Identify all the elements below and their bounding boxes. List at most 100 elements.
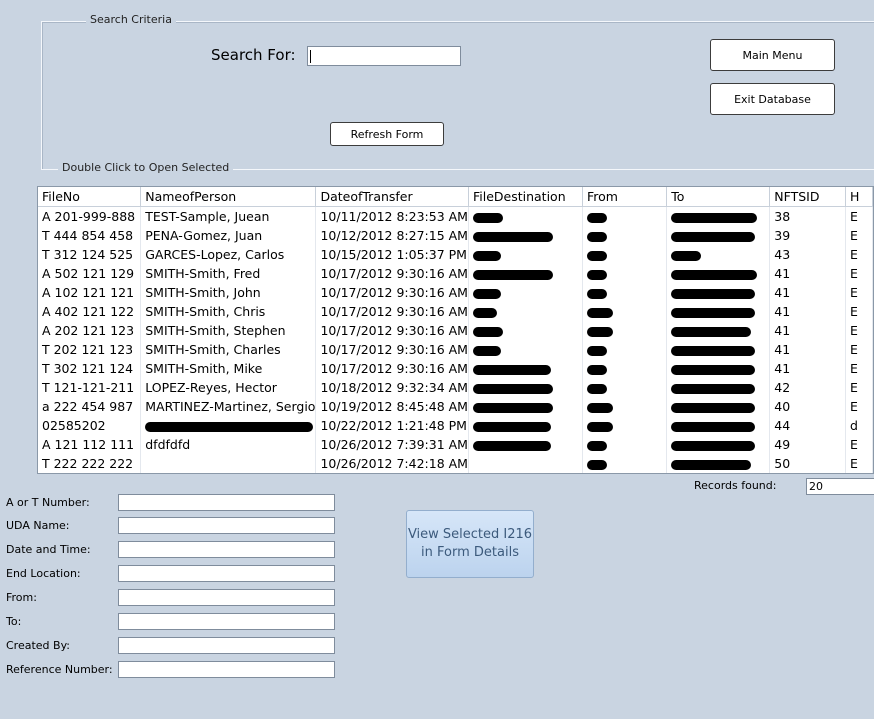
grid-header-row: FileNo NameofPerson DateofTransfer FileD… — [38, 187, 873, 207]
cell-dateoftransfer: 10/17/2012 9:30:16 AM — [315, 283, 469, 302]
cell-to — [666, 245, 771, 264]
search-input[interactable] — [307, 46, 461, 66]
redaction-mark — [586, 307, 613, 318]
cell-filedestination — [468, 283, 583, 302]
cell-fileno: T 222 222 222 — [38, 454, 142, 473]
cell-fileno: A 202 121 123 — [38, 321, 142, 340]
column-header-dateoftransfer[interactable]: DateofTransfer — [315, 187, 469, 207]
cell-filedestination — [468, 416, 583, 435]
view-selected-i216-button[interactable]: View Selected I216 in Form Details — [406, 510, 534, 578]
cell-from — [582, 283, 668, 302]
column-header-from[interactable]: From — [582, 187, 668, 207]
column-header-nameofperson[interactable]: NameofPerson — [140, 187, 317, 207]
column-header-h[interactable]: H — [845, 187, 873, 207]
cell-nftsid: 38 — [769, 206, 846, 226]
column-header-to[interactable]: To — [666, 187, 771, 207]
reference-number-field[interactable] — [118, 661, 335, 678]
table-row[interactable]: T 302 121 124 SMITH-Smith, Mike 10/17/2012… — [38, 359, 873, 378]
table-row[interactable]: A 402 121 122 SMITH-Smith, Chris 10/17/201… — [38, 302, 873, 321]
exit-database-button[interactable]: Exit Database — [710, 83, 835, 115]
table-row[interactable]: 02585202 10/22/2012 1:21:48 PM 44 d — [38, 416, 873, 435]
cell-nftsid: 41 — [769, 264, 846, 283]
cell-to — [666, 283, 771, 302]
a-or-t-number-field[interactable] — [118, 494, 335, 511]
cell-dateoftransfer: 10/17/2012 9:30:16 AM — [315, 302, 469, 321]
redaction-mark — [671, 250, 702, 261]
cell-h: d — [845, 416, 873, 435]
cell-fileno: a 222 454 987 — [38, 397, 142, 416]
cell-to — [666, 359, 771, 378]
cell-h: E — [845, 378, 873, 397]
cell-filedestination — [468, 264, 583, 283]
redaction-mark — [586, 231, 607, 242]
date-and-time-field[interactable] — [118, 541, 335, 558]
cell-fileno: T 444 854 458 — [38, 226, 142, 245]
from-field[interactable] — [118, 589, 335, 606]
records-found-label: Records found: — [694, 479, 777, 492]
records-grid[interactable]: FileNo NameofPerson DateofTransfer FileD… — [37, 186, 874, 474]
cell-h: E — [845, 321, 873, 340]
column-header-filedestination[interactable]: FileDestination — [468, 187, 583, 207]
table-row[interactable]: A 121 112 111 dfdfdfd 10/26/2012 7:39:31 A… — [38, 435, 873, 454]
cell-nameofperson: PENA-Gomez, Juan — [140, 226, 317, 245]
cell-nftsid: 41 — [769, 359, 846, 378]
cell-fileno: A 121 112 111 — [38, 435, 142, 454]
redaction-mark — [586, 364, 607, 375]
refresh-form-button[interactable]: Refresh Form — [330, 122, 444, 146]
cell-from — [582, 321, 668, 340]
cell-nameofperson — [140, 454, 317, 473]
cell-to — [666, 206, 771, 226]
redaction-mark — [472, 326, 503, 337]
cell-nftsid: 50 — [769, 454, 846, 473]
cell-h: E — [845, 435, 873, 454]
redaction-mark — [472, 440, 551, 451]
redaction-mark — [472, 288, 501, 299]
redaction-mark — [671, 288, 756, 299]
table-row[interactable]: a 222 454 987 MARTINEZ-Martinez, Sergio 10… — [38, 397, 873, 416]
redaction-mark — [472, 421, 551, 432]
redaction-mark — [472, 383, 553, 394]
uda-name-field[interactable] — [118, 517, 335, 534]
redaction-mark — [671, 231, 756, 242]
table-row[interactable]: A 201-999-888 TEST-Sample, Juean 10/11/201… — [38, 206, 873, 226]
cell-h: E — [845, 245, 873, 264]
cell-fileno: T 302 121 124 — [38, 359, 142, 378]
table-row[interactable]: T 121-121-211 LOPEZ-Reyes, Hector 10/18/20… — [38, 378, 873, 397]
table-row[interactable]: T 444 854 458 PENA-Gomez, Juan 10/12/2012 … — [38, 226, 873, 245]
redaction-mark — [472, 250, 501, 261]
redaction-mark — [671, 326, 752, 337]
cell-fileno: A 201-999-888 — [38, 206, 142, 226]
cell-from — [582, 454, 668, 473]
cell-h: E — [845, 264, 873, 283]
redaction-mark — [671, 459, 752, 470]
cell-h: E — [845, 340, 873, 359]
view-button-line2: in Form Details — [421, 545, 519, 560]
column-header-fileno[interactable]: FileNo — [38, 187, 142, 207]
redaction-mark — [472, 231, 553, 242]
redaction-mark — [671, 307, 756, 318]
table-row[interactable]: T 312 124 525 GARCES-Lopez, Carlos 10/15/2… — [38, 245, 873, 264]
redaction-mark — [586, 459, 607, 470]
a-or-t-number-label: A or T Number: — [6, 496, 90, 509]
table-row[interactable]: A 202 121 123 SMITH-Smith, Stephen 10/17/2… — [38, 321, 873, 340]
cell-nftsid: 44 — [769, 416, 846, 435]
to-field[interactable] — [118, 613, 335, 630]
cell-dateoftransfer: 10/11/2012 8:23:53 AM — [315, 206, 469, 226]
cell-to — [666, 454, 771, 473]
table-row[interactable]: A 102 121 121 SMITH-Smith, John 10/17/2012… — [38, 283, 873, 302]
end-location-field[interactable] — [118, 565, 335, 582]
table-row[interactable]: T 222 222 222 10/26/2012 7:42:18 AM 50 E — [38, 454, 873, 473]
created-by-field[interactable] — [118, 637, 335, 654]
cell-nameofperson: GARCES-Lopez, Carlos — [140, 245, 317, 264]
from-label: From: — [6, 591, 37, 604]
cell-dateoftransfer: 10/12/2012 8:27:15 AM — [315, 226, 469, 245]
cell-dateoftransfer: 10/17/2012 9:30:16 AM — [315, 340, 469, 359]
cell-fileno: A 102 121 121 — [38, 283, 142, 302]
main-menu-button[interactable]: Main Menu — [710, 39, 835, 71]
cell-nameofperson: TEST-Sample, Juean — [140, 206, 317, 226]
cell-dateoftransfer: 10/15/2012 1:05:37 PM — [315, 245, 469, 264]
column-header-nftsid[interactable]: NFTSID — [769, 187, 846, 207]
uda-name-label: UDA Name: — [6, 519, 70, 532]
table-row[interactable]: T 202 121 123 SMITH-Smith, Charles 10/17/2… — [38, 340, 873, 359]
table-row[interactable]: A 502 121 129 SMITH-Smith, Fred 10/17/2012… — [38, 264, 873, 283]
